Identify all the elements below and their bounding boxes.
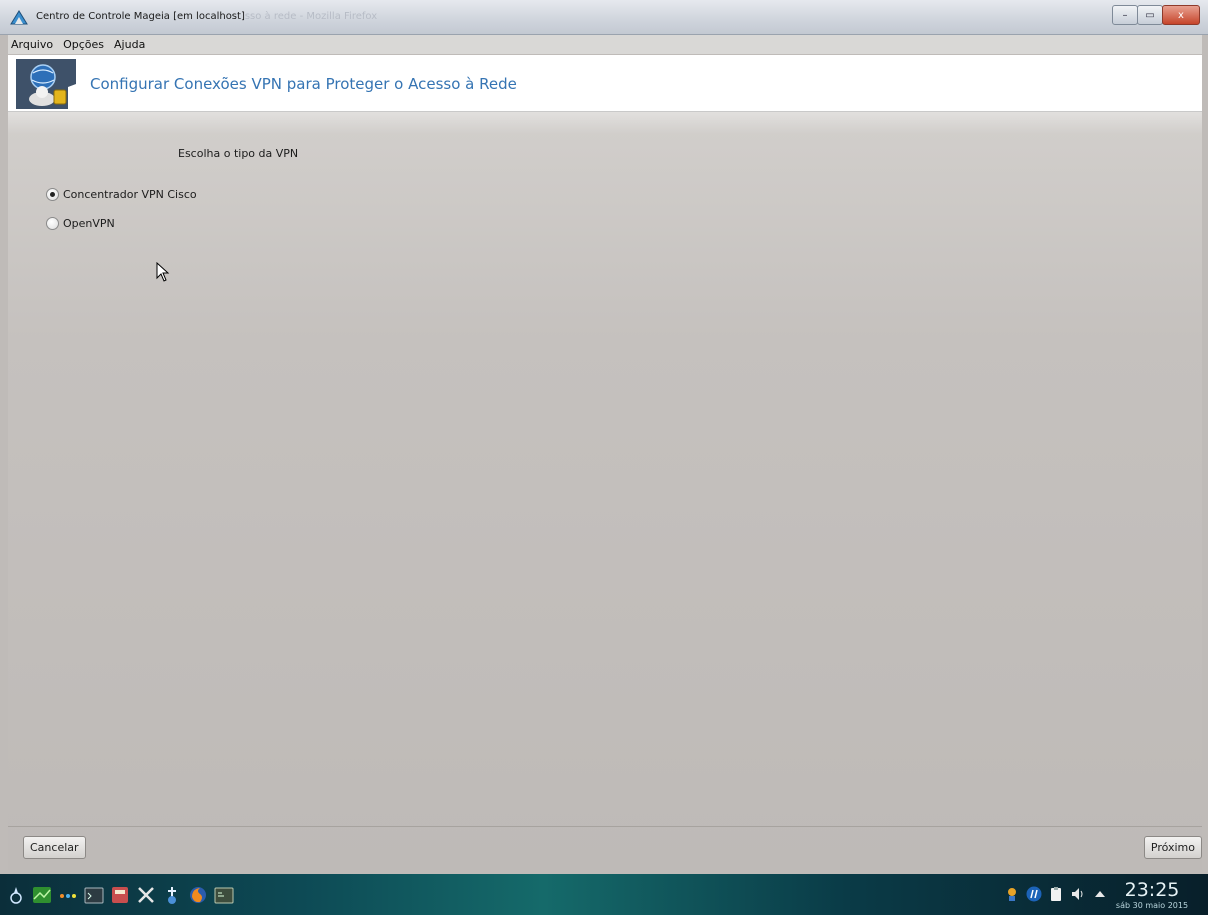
- hp-icon[interactable]: [1026, 886, 1042, 902]
- cancel-button[interactable]: Cancelar: [23, 836, 86, 859]
- clock-time: 23:25: [1124, 879, 1180, 901]
- mageia-control-icon[interactable]: [162, 885, 182, 905]
- window-title: Centro de Controle Mageia [em localhost]…: [36, 11, 377, 22]
- radio-option-cisco[interactable]: Concentrador VPN Cisco: [46, 188, 197, 201]
- mageia-menu-icon[interactable]: [6, 885, 26, 905]
- network-icon[interactable]: [1004, 886, 1020, 902]
- calculator-icon[interactable]: [110, 885, 130, 905]
- clock-date: sáb 30 maio 2015: [1115, 901, 1189, 910]
- radio-button-checked[interactable]: [46, 188, 59, 201]
- terminal-icon[interactable]: [84, 885, 104, 905]
- radio-label-openvpn: OpenVPN: [63, 217, 115, 230]
- vpn-type-prompt: Escolha o tipo da VPN: [178, 147, 299, 160]
- clock[interactable]: 23:25 sáb 30 maio 2015: [1112, 879, 1192, 910]
- mouse-cursor-icon: [156, 262, 170, 282]
- radio-button-unchecked[interactable]: [46, 217, 59, 230]
- window-controls: – ▭ x: [1112, 5, 1200, 25]
- taskbar-launchers: [6, 882, 240, 908]
- clipboard-icon[interactable]: [1048, 886, 1064, 902]
- next-button[interactable]: Próximo: [1143, 836, 1202, 859]
- volume-icon[interactable]: [1070, 886, 1086, 902]
- radio-option-openvpn[interactable]: OpenVPN: [46, 217, 115, 230]
- desktop-icon[interactable]: [32, 885, 52, 905]
- taskbar: 23:25 sáb 30 maio 2015: [0, 874, 1208, 915]
- arrow-up-icon[interactable]: [1092, 886, 1108, 902]
- menubar: Arquivo Opções Ajuda: [8, 35, 1202, 54]
- dots-icon[interactable]: [58, 885, 78, 905]
- window-title-ghost: sso à rede - Mozilla Firefox: [244, 11, 378, 22]
- radio-label-cisco: Concentrador VPN Cisco: [63, 188, 197, 201]
- system-tray: [998, 886, 1108, 902]
- mageia-app-icon: [10, 10, 28, 25]
- maximize-button[interactable]: ▭: [1137, 5, 1163, 25]
- wizard-banner: Configurar Conexões VPN para Proteger o …: [8, 55, 1202, 112]
- close-button[interactable]: x: [1162, 5, 1200, 25]
- window-titlebar: Centro de Controle Mageia [em localhost]…: [0, 0, 1208, 35]
- window-title-text: Centro de Controle Mageia [em localhost]: [36, 11, 245, 22]
- wizard-content: Escolha o tipo da VPN Concentrador VPN C…: [8, 112, 1202, 870]
- menu-opcoes[interactable]: Opções: [63, 38, 104, 51]
- footer-divider: [8, 826, 1202, 827]
- page-title: Configurar Conexões VPN para Proteger o …: [90, 75, 517, 93]
- menu-arquivo[interactable]: Arquivo: [11, 38, 53, 51]
- tools-icon[interactable]: [136, 885, 156, 905]
- minimize-button[interactable]: –: [1112, 5, 1138, 25]
- menu-ajuda[interactable]: Ajuda: [114, 38, 145, 51]
- vpn-network-icon: [16, 59, 76, 109]
- console-icon[interactable]: [214, 885, 234, 905]
- firefox-icon[interactable]: [188, 885, 208, 905]
